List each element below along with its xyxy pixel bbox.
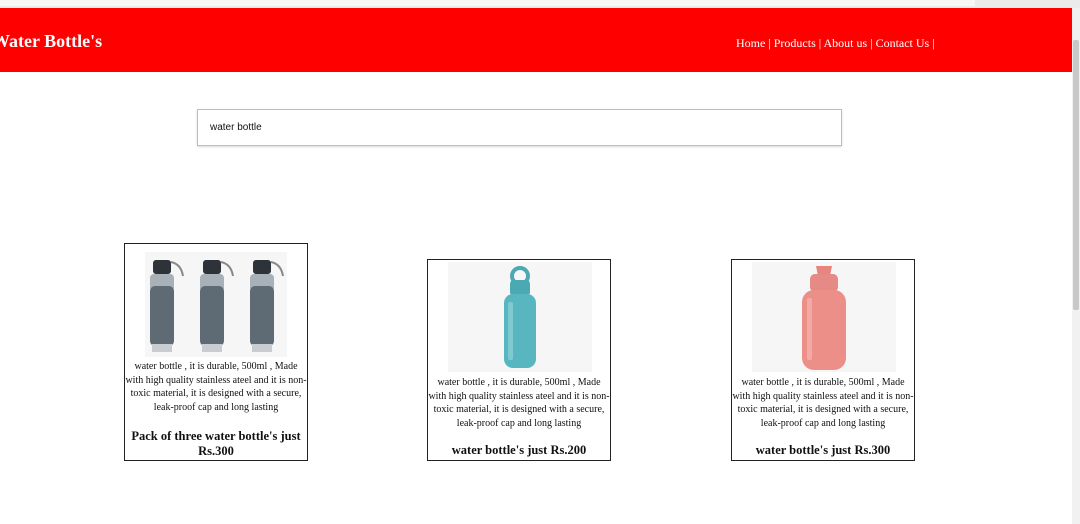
site-header: Water Bottle's Home | Products | About u… [0,8,1072,72]
scrollbar-thumb[interactable] [1073,40,1079,310]
product-card[interactable]: water bottle , it is durable, 500ml , Ma… [731,259,915,461]
nav-products[interactable]: Products [774,36,816,50]
nav-separator: | [765,36,774,50]
nav-about-us[interactable]: About us [823,36,867,50]
product-description: water bottle , it is durable, 500ml , Ma… [125,361,307,413]
nav-separator: | [929,36,935,50]
top-nav: Home | Products | About us | Contact Us … [736,36,935,51]
product-price: water bottle's just Rs.300 [755,443,891,457]
nav-contact-us[interactable]: Contact Us [876,36,930,50]
page-scrollbar[interactable] [1072,8,1080,524]
browser-top-strip [0,0,1080,8]
product-card[interactable]: water bottle , it is durable, 500ml , Ma… [427,259,611,461]
site-brand[interactable]: Water Bottle's [0,31,102,52]
product-image [448,262,592,372]
search-input[interactable] [197,109,842,146]
grey-bottle-three-pack-icon [150,260,284,352]
nav-separator: | [867,36,876,50]
product-image [145,252,287,357]
product-price: Pack of three water bottle's just Rs.300 [131,429,301,458]
teal-bottle-icon [504,266,536,368]
pink-bottle-icon [802,266,846,370]
product-card[interactable]: water bottle , it is durable, 500ml , Ma… [124,243,308,461]
product-description: water bottle , it is durable, 500ml , Ma… [428,377,610,429]
product-price: water bottle's just Rs.200 [451,443,587,457]
nav-home[interactable]: Home [736,36,765,50]
browser-top-strip-inner [0,0,975,6]
product-image [752,262,896,372]
product-description: water bottle , it is durable, 500ml , Ma… [732,377,914,429]
